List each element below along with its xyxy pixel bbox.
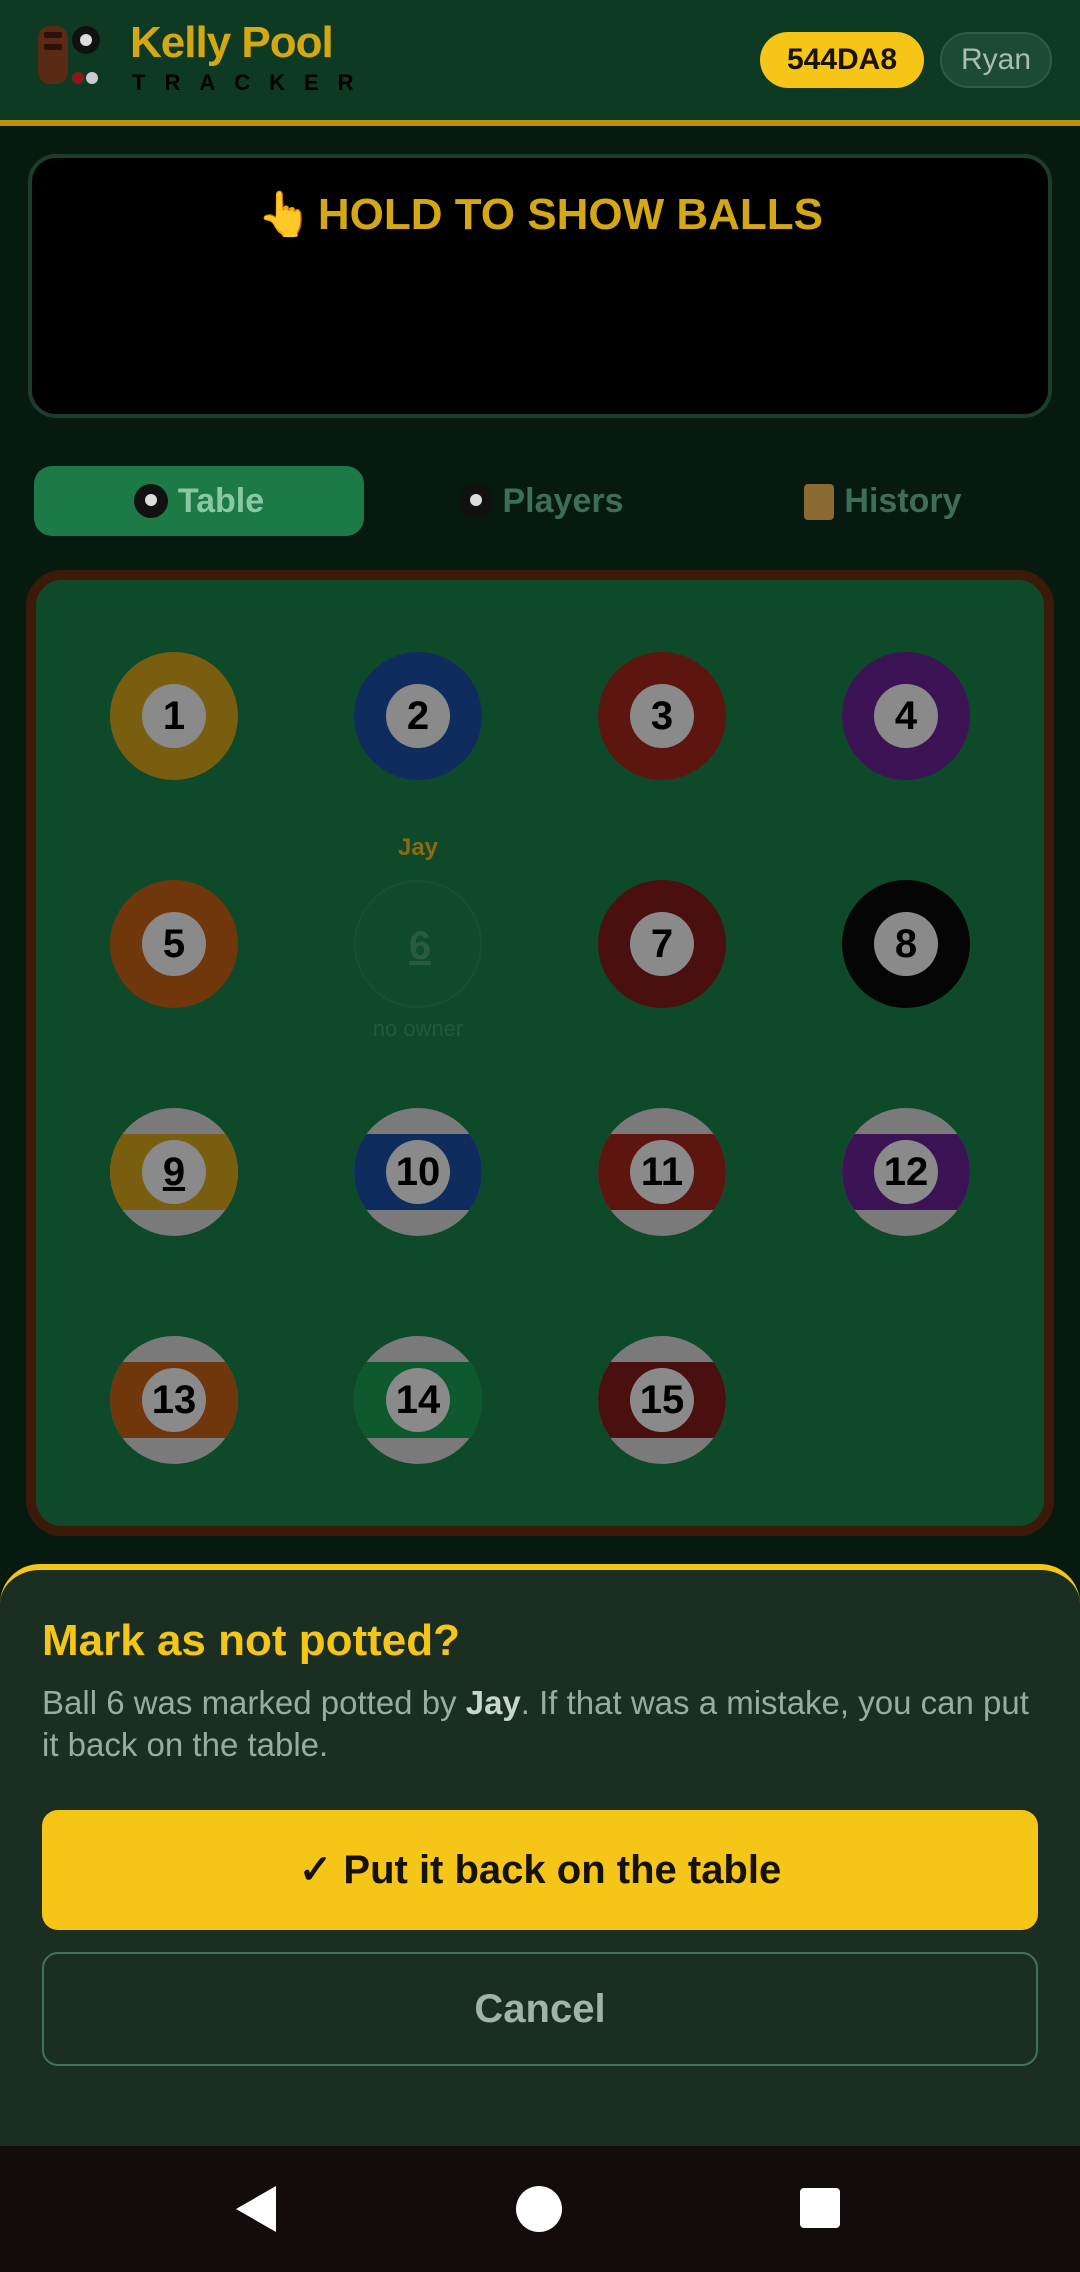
- user-chip[interactable]: Ryan: [940, 32, 1052, 88]
- ball-number: 11: [630, 1140, 694, 1204]
- eight-ball-icon: [133, 484, 168, 518]
- ball-number: 9: [142, 1140, 206, 1204]
- system-nav-bar: [0, 2146, 1080, 2272]
- ball-number: 6: [408, 924, 432, 968]
- player-name: Jay: [465, 1684, 521, 1721]
- ball-number: 1: [142, 684, 206, 748]
- tab-label: History: [844, 482, 962, 520]
- ball-number: 5: [142, 912, 206, 976]
- tab-label: Table: [177, 482, 265, 520]
- hold-to-show-balls-panel[interactable]: 👆 HOLD TO SHOW BALLS: [28, 154, 1052, 418]
- room-code-badge[interactable]: 544DA8: [760, 32, 924, 88]
- tab-table[interactable]: Table: [34, 466, 364, 536]
- ball-13[interactable]: 13: [110, 1336, 238, 1464]
- tab-history[interactable]: History: [718, 466, 1048, 536]
- ball-number: 13: [142, 1368, 206, 1432]
- sheet-message: Ball 6 was marked potted by Jay. If that…: [42, 1684, 1029, 1763]
- ball-2[interactable]: 2: [354, 652, 482, 780]
- ball-number: 2: [386, 684, 450, 748]
- eight-ball-icon: [458, 484, 493, 518]
- ball-number: 7: [630, 912, 694, 976]
- tab-players[interactable]: Players: [376, 466, 706, 536]
- recent-apps-icon[interactable]: [800, 2188, 840, 2228]
- ball-7[interactable]: 7: [598, 880, 726, 1008]
- tab-label: Players: [502, 482, 624, 520]
- ball-4[interactable]: 4: [842, 652, 970, 780]
- ball-owner-label: Jay: [397, 834, 439, 861]
- ball-5[interactable]: 5: [110, 880, 238, 1008]
- ball-6[interactable]: 6: [354, 880, 482, 1008]
- ball-number: 15: [630, 1368, 694, 1432]
- ball-11[interactable]: 11: [598, 1108, 726, 1236]
- ball-number: 10: [386, 1140, 450, 1204]
- ball-9[interactable]: 9: [110, 1108, 238, 1236]
- sheet-title: Mark as not potted?: [42, 1616, 461, 1665]
- mark-not-potted-sheet: Mark as not potted? Ball 6 was marked po…: [0, 1564, 1080, 2146]
- ball-8[interactable]: 8: [842, 880, 970, 1008]
- ball-1[interactable]: 1: [110, 652, 238, 780]
- app-header: Kelly Pool TRACKER 544DA8 Ryan: [0, 0, 1080, 126]
- scroll-icon: [804, 484, 835, 520]
- ball-14[interactable]: 14: [354, 1336, 482, 1464]
- ball-3[interactable]: 3: [598, 652, 726, 780]
- kelly-pool-logo-icon: [38, 26, 100, 84]
- brand-title: Kelly Pool: [130, 18, 334, 67]
- hold-label: HOLD TO SHOW BALLS: [317, 190, 823, 239]
- ball-number: 12: [874, 1140, 938, 1204]
- brand-subtitle: TRACKER: [132, 70, 373, 95]
- ball-no-owner-note: no owner: [372, 1016, 464, 1041]
- ball-number: 4: [874, 684, 938, 748]
- put-back-button[interactable]: ✓ Put it back on the table: [42, 1810, 1038, 1930]
- ball-number: 14: [386, 1368, 450, 1432]
- ball-number: 3: [630, 684, 694, 748]
- pool-table: 1 2 3 4 5 6 Jay no owner 7 8 9 10 11 12 13 14 15: [26, 570, 1054, 1536]
- ball-15[interactable]: 15: [598, 1336, 726, 1464]
- back-icon[interactable]: [236, 2186, 276, 2232]
- ball-10[interactable]: 10: [354, 1108, 482, 1236]
- pointing-hand-icon: 👆: [257, 190, 312, 239]
- home-icon[interactable]: [516, 2186, 562, 2232]
- ball-number: 8: [874, 912, 938, 976]
- ball-12[interactable]: 12: [842, 1108, 970, 1236]
- cancel-button[interactable]: Cancel: [42, 1952, 1038, 2066]
